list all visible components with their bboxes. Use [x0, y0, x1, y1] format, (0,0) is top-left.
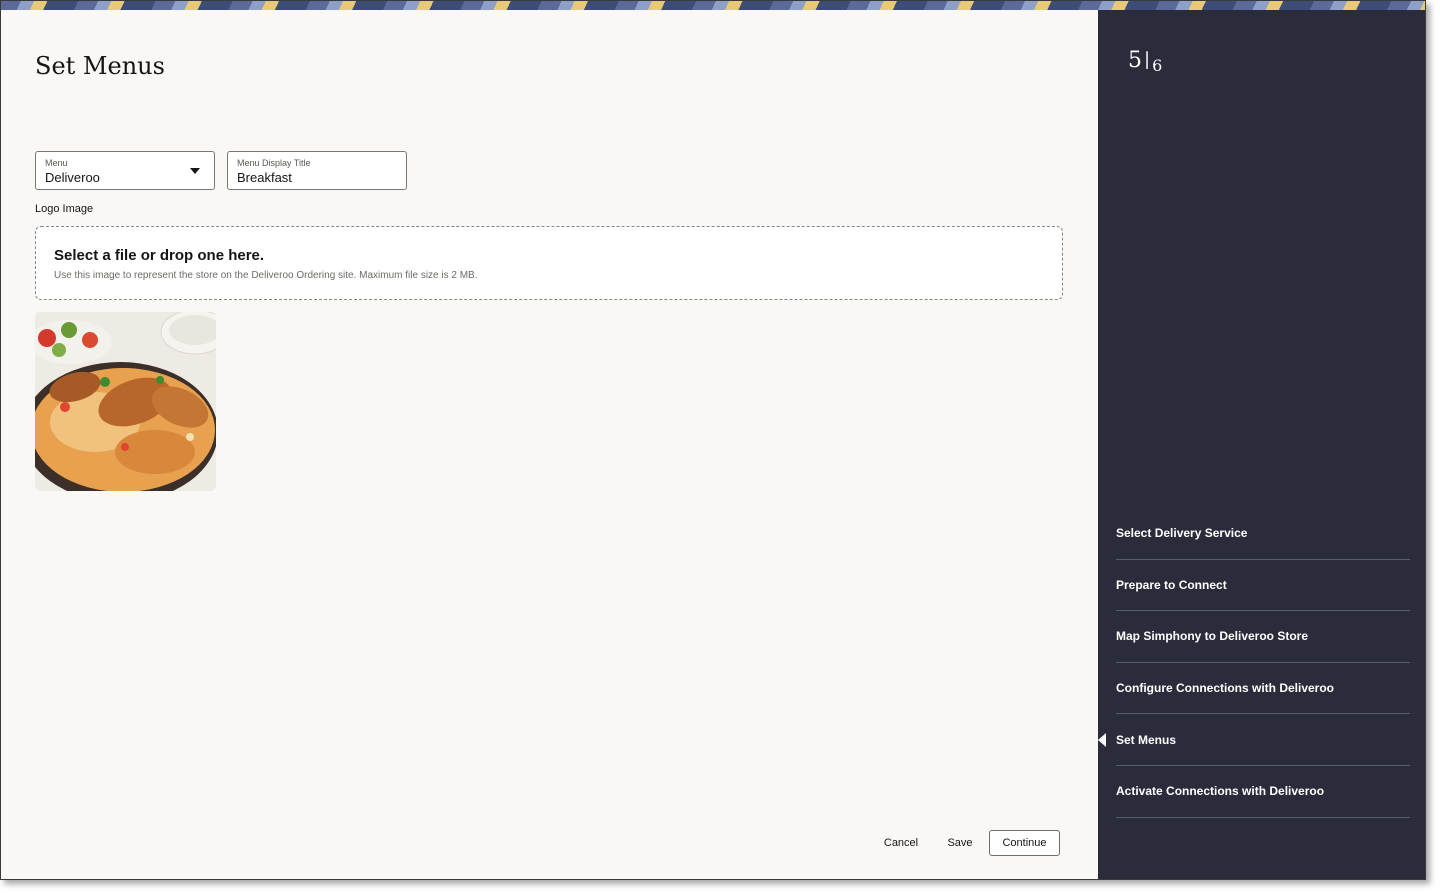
continue-button[interactable]: Continue [989, 830, 1060, 856]
logo-image-preview [35, 312, 216, 491]
wizard-step-list: Select Delivery Service Prepare to Conne… [1098, 508, 1410, 818]
header-banner [1, 1, 1425, 10]
step-counter: 5 | 6 [1128, 48, 1163, 75]
dropzone-hint: Use this image to represent the store on… [54, 270, 478, 281]
menu-display-title-label: Menu Display Title [237, 158, 311, 168]
wizard-step-activate-connections[interactable]: Activate Connections with Deliveroo [1116, 766, 1410, 818]
page-title: Set Menus [35, 52, 165, 80]
chevron-down-icon[interactable] [190, 168, 200, 174]
wizard-step-prepare-to-connect[interactable]: Prepare to Connect [1116, 560, 1410, 612]
food-photo [35, 312, 216, 491]
menu-display-title-value[interactable]: Breakfast [237, 170, 397, 186]
wizard-step-select-delivery-service[interactable]: Select Delivery Service [1116, 508, 1410, 560]
dropzone-title[interactable]: Select a file or drop one here. [54, 247, 1044, 264]
step-current: 5 [1128, 48, 1142, 73]
save-button[interactable]: Save [939, 830, 981, 856]
logo-image-label: Logo Image [35, 203, 94, 215]
file-dropzone[interactable]: Select a file or drop one here. Use this… [35, 226, 1063, 300]
menu-select-value: Deliveroo [45, 170, 100, 185]
wizard-step-map-simphony[interactable]: Map Simphony to Deliveroo Store [1116, 611, 1410, 663]
menu-select-label: Menu [45, 158, 68, 168]
main-content: Set Menus Menu Deliveroo Menu Display Ti… [1, 10, 1098, 879]
menu-select[interactable]: Menu Deliveroo [35, 151, 215, 190]
menu-display-title-field[interactable]: Menu Display Title Breakfast [227, 151, 407, 190]
wizard-step-set-menus[interactable]: Set Menus [1098, 714, 1410, 766]
wizard-sidebar: 5 | 6 Select Delivery Service Prepare to C… [1098, 10, 1425, 879]
step-separator: | [1144, 49, 1151, 70]
cancel-button[interactable]: Cancel [877, 830, 925, 856]
wizard-step-configure-connections[interactable]: Configure Connections with Deliveroo [1116, 663, 1410, 715]
app-window: Set Menus Menu Deliveroo Menu Display Ti… [0, 0, 1426, 880]
step-total: 6 [1152, 56, 1163, 75]
